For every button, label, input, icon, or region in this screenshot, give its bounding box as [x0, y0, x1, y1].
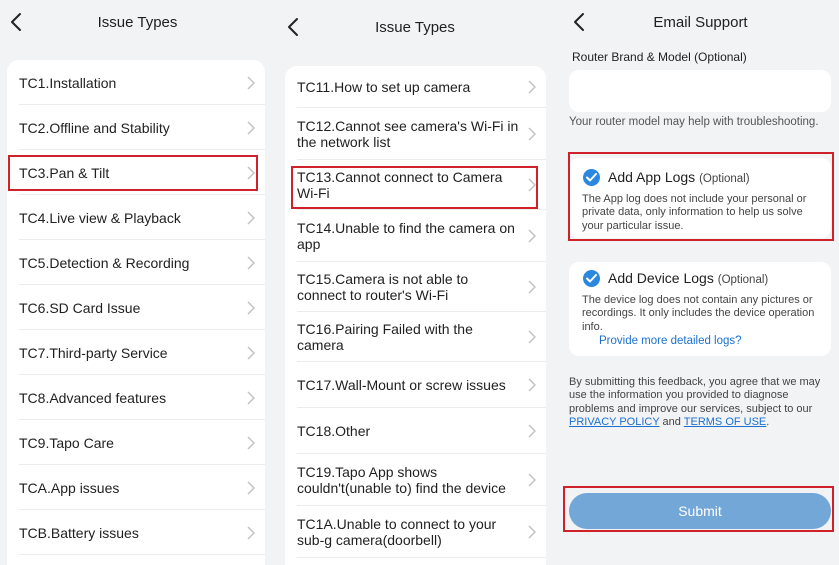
chevron-right-icon [528, 178, 536, 192]
router-field-label: Router Brand & Model (Optional) [572, 50, 747, 64]
list-item-label: TCB.Battery issues [19, 524, 139, 541]
list-item[interactable]: TC18.Other [285, 408, 546, 454]
chevron-right-icon [528, 473, 536, 487]
chevron-right-icon [247, 435, 255, 450]
list-item-label: TC12.Cannot see camera's Wi-Fi in the ne… [297, 118, 519, 150]
list-item-label: TCA.App issues [19, 479, 120, 496]
list-item-label: TC14.Unable to find the camera on app [297, 220, 515, 252]
list-item[interactable]: TC8.Advanced features [7, 375, 265, 420]
list-item[interactable]: TC9.Tapo Care [7, 420, 265, 465]
list-item-label: TC8.Advanced features [19, 389, 167, 406]
terms-and: and [662, 416, 681, 429]
list-item[interactable]: TC5.Detection & Recording [7, 240, 265, 285]
list-item-label: TC3.Pan & Tilt [19, 164, 110, 181]
chevron-right-icon [247, 345, 255, 360]
page-title: Issue Types [375, 19, 455, 36]
page-title: Issue Types [97, 14, 178, 31]
app-logs-title: Add App Logs (Optional) [608, 169, 750, 185]
list-item-label: TC13.Cannot connect to Camera Wi-Fi [297, 169, 503, 201]
list-item[interactable]: TC1.Installation [7, 60, 265, 105]
list-item[interactable]: TC17.Wall-Mount or screw issues [285, 362, 546, 408]
list-item-label: TC4.Live view & Playback [19, 209, 181, 226]
list-item-label: TC1.Installation [19, 74, 117, 91]
chevron-right-icon [247, 75, 255, 90]
list-item[interactable]: TC12.Cannot see camera's Wi-Fi in the ne… [285, 108, 546, 160]
chevron-right-icon [247, 300, 255, 315]
page-title: Email Support [653, 14, 748, 31]
list-item-label: TC18.Other [297, 423, 371, 439]
chevron-right-icon [247, 165, 255, 180]
list-item-label: TC5.Detection & Recording [19, 254, 190, 271]
router-model-input[interactable] [569, 70, 831, 112]
chevron-right-icon [247, 525, 255, 540]
chevron-right-icon [247, 390, 255, 405]
list-item[interactable]: TC2.Offline and Stability [7, 105, 265, 150]
list-item[interactable]: TC13.Cannot connect to Camera Wi-Fi [285, 160, 546, 210]
list-item[interactable]: TC6.SD Card Issue [7, 285, 265, 330]
email-support-screen: Email Support Router Brand & Model (Opti… [556, 0, 839, 565]
list-item-label: TC2.Offline and Stability [19, 119, 170, 136]
device-logs-card: Add Device Logs (Optional) The device lo… [569, 262, 831, 356]
list-item-label: TC1A.Unable to connect to your sub-g cam… [297, 516, 497, 548]
issue-types-screen-2: Issue Types TC11.How to set up camera TC… [276, 0, 554, 565]
privacy-policy-link[interactable]: PRIVACY POLICY [569, 416, 659, 428]
app-logs-card: Add App Logs (Optional) The App log does… [569, 158, 831, 238]
divider [19, 554, 265, 555]
list-item-label: TC7.Third-party Service [19, 344, 168, 361]
list-item[interactable]: TC16.Pairing Failed with the camera [285, 312, 546, 362]
list-item-label: TC6.SD Card Issue [19, 299, 141, 316]
chevron-right-icon [247, 210, 255, 225]
list-item-label: TC15.Camera is not able to connect to ro… [297, 271, 469, 303]
device-logs-checkbox[interactable] [583, 270, 600, 287]
chevron-right-icon [528, 525, 536, 539]
list-item[interactable]: TC3.Pan & Tilt [7, 150, 265, 195]
chevron-right-icon [528, 424, 536, 438]
app-logs-optional: (Optional) [699, 173, 750, 185]
divider [297, 557, 546, 558]
check-circle-icon [586, 173, 597, 182]
issue-types-screen-1: Issue Types TC1.Installation TC2.Offline… [0, 0, 275, 565]
chevron-right-icon [528, 280, 536, 294]
list-item[interactable]: TC19.Tapo App shows couldn't(unable to) … [285, 454, 546, 506]
list-item[interactable]: TC11.How to set up camera [285, 66, 546, 108]
list-item-label: TC17.Wall-Mount or screw issues [297, 377, 506, 393]
list-item[interactable]: TCA.App issues [7, 465, 265, 510]
list-item-label: TC11.How to set up camera [297, 79, 471, 95]
issue-list: TC1.Installation TC2.Offline and Stabili… [7, 60, 265, 565]
chevron-right-icon [247, 120, 255, 135]
submit-button[interactable]: Submit [569, 493, 831, 529]
device-logs-description: The device log does not contain any pict… [582, 294, 815, 333]
check-circle-icon [586, 274, 597, 283]
chevron-right-icon [247, 255, 255, 270]
chevron-right-icon [528, 80, 536, 94]
chevron-right-icon [528, 229, 536, 243]
chevron-right-icon [528, 330, 536, 344]
list-item-label: TC19.Tapo App shows couldn't(unable to) … [297, 464, 506, 496]
router-hint: Your router model may help with troubles… [569, 116, 819, 128]
terms-notice: By submitting this feedback, you agree t… [569, 376, 827, 430]
terms-text: By submitting this feedback, you agree t… [569, 376, 821, 415]
chevron-right-icon [528, 127, 536, 141]
list-item[interactable]: TC7.Third-party Service [7, 330, 265, 375]
issue-list: TC11.How to set up camera TC12.Cannot se… [285, 66, 546, 565]
chevron-right-icon [528, 378, 536, 392]
terms-end: . [766, 416, 770, 429]
list-item[interactable]: TC14.Unable to find the camera on app [285, 210, 546, 262]
list-item-label: TC16.Pairing Failed with the camera [297, 321, 473, 353]
list-item[interactable]: TC1A.Unable to connect to your sub-g cam… [285, 506, 546, 558]
detailed-logs-link[interactable]: Provide more detailed logs? [599, 335, 742, 347]
app-logs-description: The App log does not include your person… [582, 193, 807, 232]
device-logs-title-text: Add Device Logs [608, 270, 714, 286]
device-logs-title: Add Device Logs (Optional) [608, 270, 768, 286]
list-item[interactable]: TC4.Live view & Playback [7, 195, 265, 240]
terms-of-use-link[interactable]: TERMS OF USE [684, 416, 767, 428]
list-item[interactable]: TCB.Battery issues [7, 510, 265, 555]
app-logs-checkbox[interactable] [583, 169, 600, 186]
list-item-label: TC9.Tapo Care [19, 434, 114, 451]
chevron-right-icon [247, 480, 255, 495]
device-logs-optional: (Optional) [717, 274, 769, 286]
app-logs-title-text: Add App Logs [608, 169, 696, 185]
list-item[interactable]: TC15.Camera is not able to connect to ro… [285, 262, 546, 312]
